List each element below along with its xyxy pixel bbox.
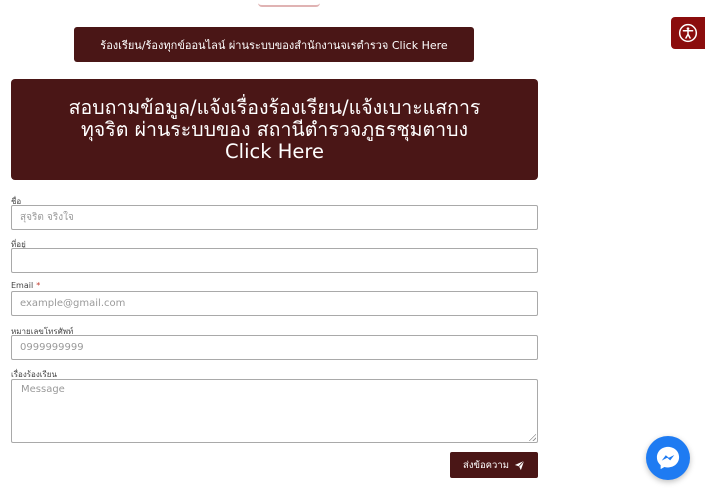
messenger-chat-button[interactable] bbox=[646, 436, 690, 480]
message-textarea[interactable] bbox=[11, 379, 538, 443]
complaint-banner-text: สอบถามข้อมูล/แจ้งเรื่องร้องเรียน/แจ้งเบา… bbox=[68, 95, 481, 163]
accessibility-icon bbox=[678, 23, 698, 43]
email-input[interactable] bbox=[11, 291, 538, 316]
required-mark: * bbox=[36, 281, 41, 290]
name-input[interactable] bbox=[11, 205, 538, 230]
email-label-text: Email bbox=[11, 281, 34, 290]
send-message-button[interactable]: ส่งข้อความ bbox=[450, 452, 538, 478]
send-button-label: ส่งข้อความ bbox=[463, 459, 509, 471]
complaint-banner-button[interactable]: สอบถามข้อมูล/แจ้งเรื่องร้องเรียน/แจ้งเบา… bbox=[11, 79, 538, 180]
resize-handle[interactable] bbox=[528, 433, 536, 441]
email-label: Email * bbox=[11, 281, 40, 290]
accessibility-button[interactable] bbox=[671, 17, 705, 49]
banner-line-3: Click Here bbox=[225, 139, 324, 163]
online-complaint-button[interactable]: ร้องเรียน/ร้องทุกข์ออนไลน์ ผ่านระบบของสำ… bbox=[74, 27, 474, 62]
banner-line-1: สอบถามข้อมูล/แจ้งเรื่องร้องเรียน/แจ้งเบา… bbox=[68, 95, 481, 119]
banner-line-2: ทุจริต ผ่านระบบของ สถานีตำรวจภูธรชุมตาบง bbox=[80, 117, 469, 141]
paper-plane-icon bbox=[514, 460, 525, 470]
address-input[interactable] bbox=[11, 248, 538, 273]
phone-input[interactable] bbox=[11, 335, 538, 360]
top-decoration bbox=[258, 0, 320, 7]
messenger-icon bbox=[656, 446, 680, 470]
